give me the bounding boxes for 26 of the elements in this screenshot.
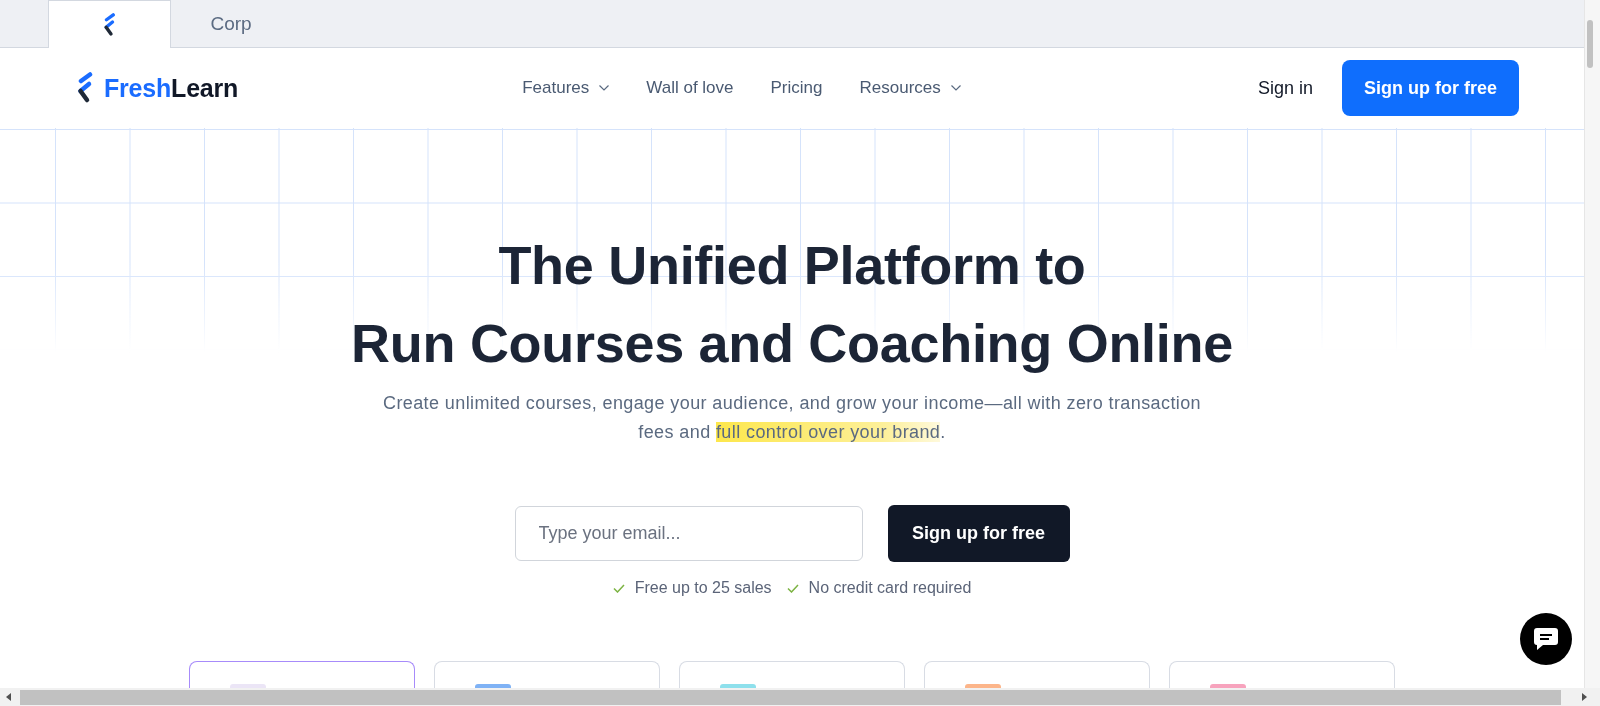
nav-link[interactable]: Features — [522, 78, 610, 98]
feature-card[interactable] — [189, 661, 415, 688]
chat-button[interactable] — [1520, 613, 1572, 665]
logo-icon — [103, 12, 116, 37]
nav-link[interactable]: Pricing — [770, 78, 823, 98]
hero-title: The Unified Platform to Run Courses and Coaching Online — [351, 234, 1233, 375]
email-field[interactable]: Type your email... — [514, 506, 863, 561]
vertical-scrollbar[interactable] — [1584, 0, 1600, 688]
chat-bubble-icon — [1533, 627, 1559, 651]
nav-link[interactable]: Resources — [859, 78, 961, 98]
sign-up-button[interactable]: Sign up for free — [1342, 60, 1519, 116]
check-icon — [786, 583, 799, 593]
logo-icon — [77, 72, 93, 104]
scroll-left-icon[interactable] — [6, 693, 11, 701]
submit-button[interactable]: Sign up for free — [887, 505, 1070, 562]
nav-link[interactable]: Wall of love — [646, 78, 734, 98]
site-tab[interactable] — [48, 0, 171, 48]
check-icon — [612, 583, 625, 593]
site-tab[interactable]: Corp — [171, 0, 291, 47]
hero-subtitle: Create unlimited courses, engage your audience, and grow your income—all with zero transaction fees and full control over your brand. — [382, 392, 1202, 444]
scroll-right-icon[interactable] — [1582, 693, 1587, 701]
perk-text: No credit card required — [808, 578, 972, 598]
perk-text: Free up to 25 sales — [634, 578, 772, 598]
brand-name: FreshLearn — [104, 73, 239, 103]
scrollbar-thumb[interactable] — [1587, 20, 1593, 68]
sign-in-link[interactable]: Sign in — [1257, 77, 1313, 99]
